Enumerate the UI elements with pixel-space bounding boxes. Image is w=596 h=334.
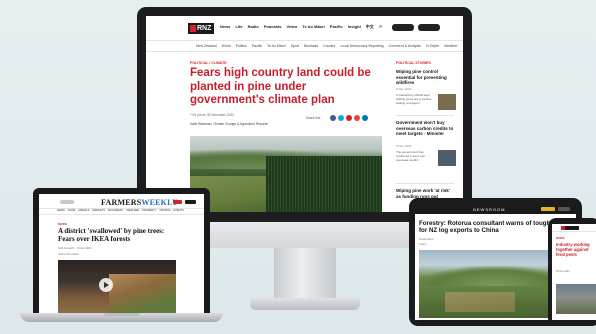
sidebar-divider — [396, 115, 454, 116]
subnav-item[interactable]: Local Democracy Reporting — [340, 44, 383, 48]
reddit-share-icon[interactable] — [354, 115, 360, 121]
nav-item[interactable]: News — [220, 24, 230, 30]
subnav-item[interactable]: Weather — [444, 44, 457, 48]
menu-button[interactable] — [418, 24, 440, 31]
article-headline: Industry working together against feral … — [556, 242, 590, 257]
nav-item[interactable]: PROPERTY — [142, 209, 156, 212]
rnz-logo-mark — [190, 25, 196, 32]
article-kicker[interactable]: POLITICAL / CLIMATE — [190, 61, 227, 65]
login-button[interactable] — [185, 200, 196, 204]
subnav-item[interactable]: New Zealand — [196, 44, 217, 48]
subnav-item[interactable]: Te Ao Māori — [267, 44, 285, 48]
nav-item[interactable]: MARKETS — [92, 209, 105, 212]
article-meta: Nick Howarth · 2 Dec 2023 — [58, 246, 92, 250]
main-nav: NEWS FARM ANIMALS MARKETS MACHINERY WEAT… — [57, 209, 184, 212]
hero-pine-forest — [266, 156, 382, 212]
sidebar-title: POLITICAL STORIES — [396, 61, 431, 65]
nav-item[interactable]: Pacific — [330, 24, 343, 30]
subnav-item[interactable]: Politics — [236, 44, 247, 48]
video-landscape — [109, 274, 176, 313]
nav-item[interactable]: Insight — [348, 24, 361, 30]
sidebar-story-summary: The government has confirmed it won't us… — [396, 150, 425, 162]
subnav-item[interactable]: World — [222, 44, 231, 48]
linkedin-share-icon[interactable] — [362, 115, 368, 121]
article-headline: A district 'swallowed' by pine trees: Fe… — [58, 227, 165, 243]
sidebar-story-date: 8 Dec 2023 — [396, 144, 412, 148]
nav-item[interactable]: EVENTS — [173, 209, 183, 212]
sidebar-story-title[interactable]: Wiping pine control essential for preven… — [396, 69, 454, 86]
rnz-logo-mark — [561, 226, 565, 230]
laptop-notch — [104, 313, 140, 316]
hero-clearing — [445, 292, 515, 312]
nav-item[interactable]: ANIMALS — [78, 209, 89, 212]
nav-item[interactable]: NEWS — [57, 209, 65, 212]
nav-item[interactable]: MACHINERY — [108, 209, 124, 212]
monitor-screen: RNZ News Life Radio Podcasts Video Te Ao… — [146, 16, 463, 212]
subnav-item[interactable]: Country — [323, 44, 335, 48]
article-meta: 29 Nov 2023 — [556, 270, 570, 273]
nav-item[interactable]: OPINION — [159, 209, 170, 212]
subnav-item[interactable]: Pacific — [252, 44, 262, 48]
sidebar-story-thumbnail[interactable] — [438, 94, 456, 110]
article-meta: Rural News — [419, 237, 434, 241]
facebook-share-icon[interactable] — [330, 115, 336, 121]
sidebar-divider — [396, 183, 454, 184]
sidebar-story-title[interactable]: Government won't buy overseas carbon cre… — [396, 120, 454, 137]
nav-item[interactable]: FARM — [68, 209, 75, 212]
nav-item[interactable]: Radio — [248, 24, 259, 30]
share-label: Share — [419, 242, 427, 246]
share-label: Share this article — [58, 252, 79, 256]
monitor-base — [250, 298, 360, 310]
nav-item[interactable]: Podcasts — [264, 24, 282, 30]
article-kicker[interactable]: RURAL — [556, 237, 565, 240]
nav-item[interactable]: 中文 — [366, 24, 374, 30]
sidebar-story-date: 9 Dec 2023 — [396, 87, 412, 91]
article-byline[interactable]: Katie Wiseman, Climate Change & Agricult… — [190, 122, 270, 127]
subnav-item[interactable]: Sport — [291, 44, 299, 48]
laptop-screen: FARMERSWEEKLY NEWS FARM ANIMALS MARKETS … — [39, 194, 204, 313]
sidebar-story-thumbnail[interactable] — [438, 150, 456, 166]
share-label: Share this — [306, 116, 321, 120]
search-field[interactable] — [60, 200, 74, 204]
subnav-item[interactable]: Comment & Analysis — [389, 44, 421, 48]
nav-item[interactable]: Life — [235, 24, 242, 30]
article-hero-image — [556, 284, 596, 314]
subscribe-button[interactable] — [541, 207, 555, 211]
article-kicker[interactable]: NEWS — [58, 222, 67, 226]
monitor-stand — [274, 248, 336, 300]
sub-nav: New Zealand World Politics Pacific Te Ao… — [196, 44, 457, 48]
farmers-weekly-logo[interactable]: FARMERSWEEKLY — [101, 198, 178, 207]
email-share-icon[interactable] — [346, 115, 352, 121]
nav-item[interactable]: WEATHER — [126, 209, 139, 212]
menu-button[interactable] — [558, 207, 570, 211]
subnav-item[interactable]: In Depth — [426, 44, 439, 48]
article-headline: Fears high country land could be planted… — [190, 67, 371, 106]
article-date: 7:05 pm on 30 November 2023 — [190, 113, 234, 117]
nav-item[interactable]: Video — [287, 24, 298, 30]
site-logo[interactable]: NEWSROOM — [473, 207, 505, 212]
subnav-item[interactable]: Business — [304, 44, 318, 48]
listen-button[interactable] — [392, 24, 414, 31]
main-nav: News Life Radio Podcasts Video Te Ao Māo… — [220, 24, 374, 30]
sidebar-story-summary: A Canterbury official says wilding pines… — [396, 93, 432, 105]
nav-item[interactable]: Te Ao Māori — [302, 24, 324, 30]
search-icon[interactable]: ⌕ — [379, 24, 386, 31]
subscribe-button[interactable] — [173, 200, 182, 204]
phone-screen: RURAL Industry working together against … — [552, 224, 596, 320]
play-icon — [104, 282, 109, 288]
logo-word-farmers: FARMERS — [101, 198, 142, 207]
twitter-share-icon[interactable] — [338, 115, 344, 121]
